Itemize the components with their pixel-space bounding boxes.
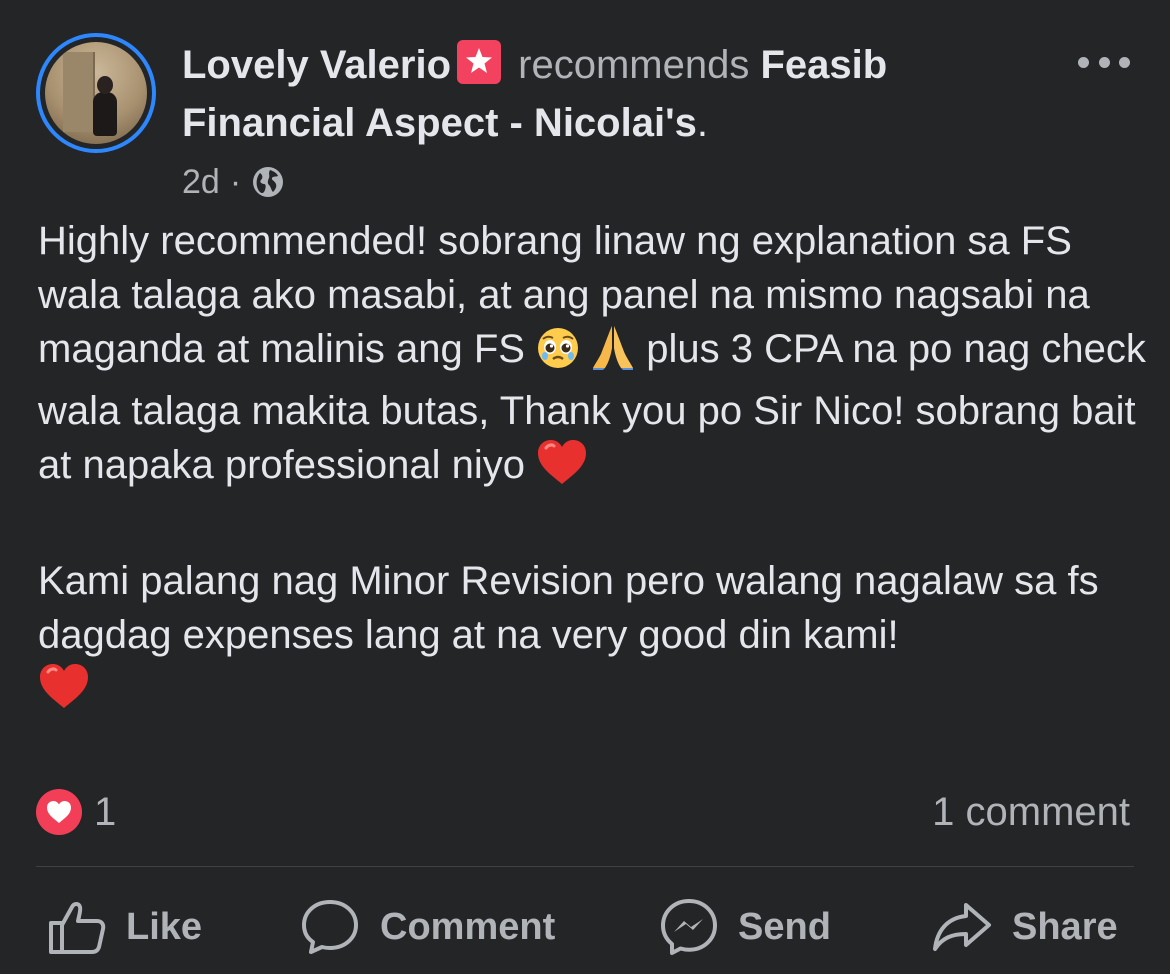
post-time[interactable]: 2d <box>182 163 220 202</box>
divider <box>36 866 1134 867</box>
send-label: Send <box>738 905 831 948</box>
recommendation-icon <box>457 40 502 84</box>
avatar-photo <box>45 42 147 144</box>
comment-label: Comment <box>380 905 556 948</box>
page-name-part2[interactable]: Financial Aspect - Nicolai's <box>182 101 697 145</box>
page-name-part1[interactable]: Feasib <box>760 43 887 87</box>
reactions-summary[interactable]: 1 <box>36 788 116 836</box>
like-label: Like <box>126 905 203 948</box>
share-arrow-icon <box>932 901 992 953</box>
more-options-button[interactable] <box>1078 48 1130 76</box>
dot-icon <box>1119 56 1130 68</box>
send-button[interactable]: Send <box>660 896 831 958</box>
comment-button[interactable]: Comment <box>300 896 555 958</box>
post-body: Highly recommended! sobrang linaw ng exp… <box>38 214 1148 724</box>
recommends-label: recommends <box>518 43 750 87</box>
messenger-icon <box>660 898 718 956</box>
page-name-period: . <box>696 101 708 145</box>
post-meta: 2d · <box>182 160 285 204</box>
share-label: Share <box>1012 905 1118 948</box>
share-button[interactable]: Share <box>932 896 1118 958</box>
love-reaction-icon <box>36 789 82 835</box>
author-name[interactable]: Lovely Valerio <box>182 43 451 87</box>
post-header: Lovely Valerio recommends Feasib Financia… <box>182 36 1062 152</box>
author-avatar[interactable] <box>36 33 156 153</box>
comment-count-link[interactable]: 1 comment <box>932 788 1130 836</box>
red-heart-icon <box>38 662 90 724</box>
pleading-face-icon <box>536 326 580 384</box>
dot-icon <box>1078 56 1089 68</box>
red-heart-icon <box>536 438 588 500</box>
reaction-count: 1 <box>94 789 117 834</box>
folded-hands-icon <box>591 322 635 384</box>
post-text-part3: Kami palang nag Minor Revision pero wala… <box>38 559 1110 657</box>
like-button[interactable]: Like <box>48 896 202 958</box>
globe-icon <box>251 165 285 199</box>
meta-separator: · <box>229 162 242 201</box>
thumbs-up-icon <box>48 899 106 955</box>
dot-icon <box>1098 56 1110 68</box>
post-card: Lovely Valerio recommends Feasib Financia… <box>0 0 1170 974</box>
comment-bubble-icon <box>300 898 360 956</box>
